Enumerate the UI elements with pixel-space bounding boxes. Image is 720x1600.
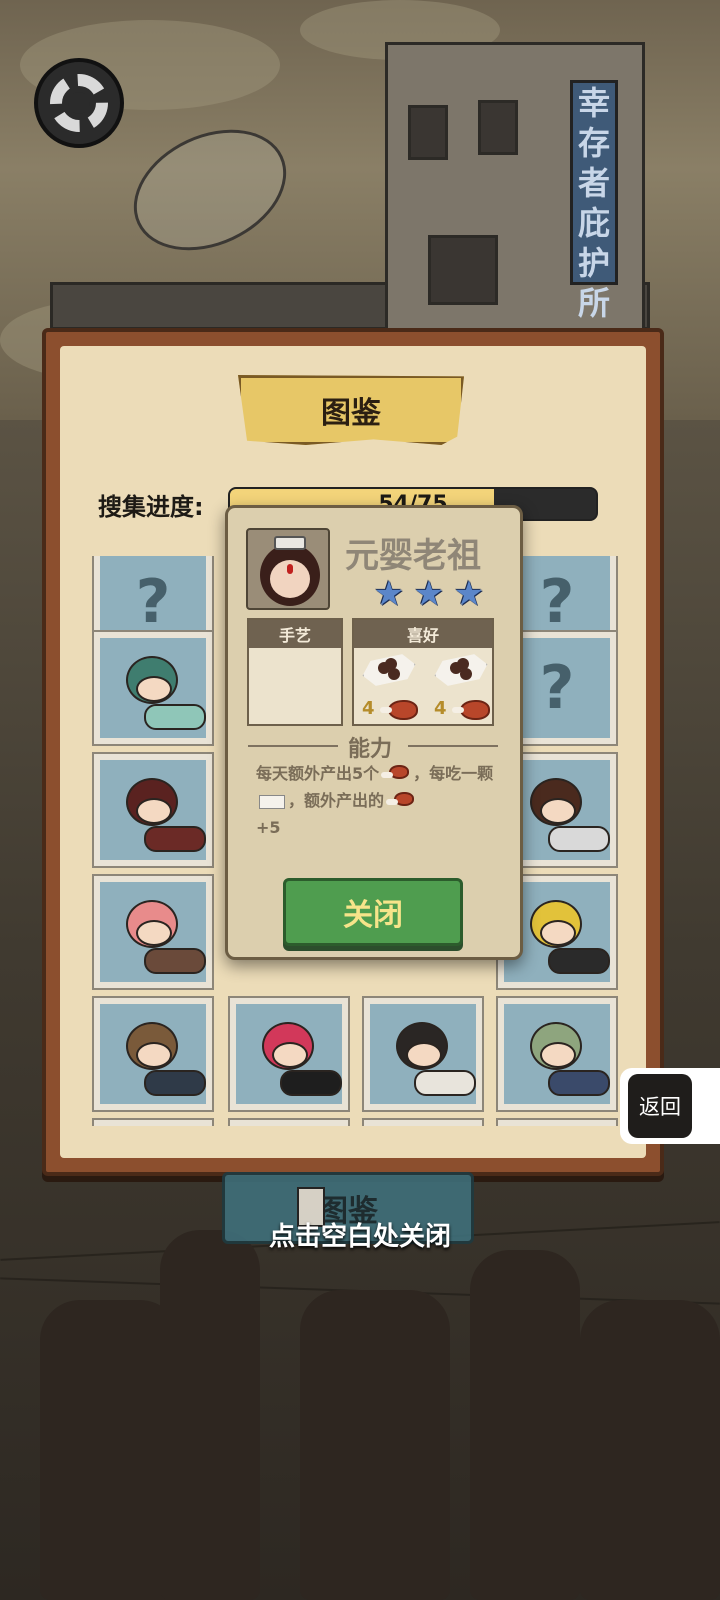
character-card[interactable]	[228, 996, 350, 1112]
preference-header: 喜好	[354, 620, 492, 648]
card-art	[370, 1004, 476, 1104]
character-card[interactable]	[362, 996, 484, 1112]
divider	[248, 745, 338, 747]
ability-text-part: 每天额外产出5个	[256, 764, 380, 783]
meat-icon	[386, 792, 415, 806]
ability-text-part: ，额外产出的	[288, 791, 385, 810]
card-art	[100, 882, 206, 982]
preference-box: 喜好 4 4	[352, 618, 494, 726]
meat-icon	[380, 700, 418, 720]
ability-title: 能力	[348, 737, 393, 762]
character-card[interactable]	[228, 1118, 350, 1126]
ability-text-part: ，每吃一颗	[413, 764, 494, 783]
skill-header: 手艺	[249, 620, 341, 648]
star-icon: ★	[453, 574, 485, 614]
character-card[interactable]	[362, 1118, 484, 1126]
shelter-sign: 幸存者庇护所	[570, 80, 618, 322]
character-card[interactable]	[92, 874, 214, 990]
character-card[interactable]	[496, 996, 618, 1112]
card-art	[100, 760, 206, 860]
ability-text-part: +5	[256, 818, 281, 837]
divider	[408, 745, 498, 747]
character-avatar	[246, 528, 330, 610]
preference-item: 4	[358, 650, 422, 724]
close-button[interactable]: 关闭	[283, 878, 463, 946]
character-card[interactable]	[92, 1118, 214, 1126]
character-card[interactable]	[92, 752, 214, 868]
preference-item: 4	[430, 650, 494, 724]
star-icon: ★	[413, 574, 445, 614]
candy-icon	[259, 794, 285, 809]
settings-button[interactable]	[34, 58, 124, 148]
card-art	[236, 1004, 342, 1104]
character-card[interactable]	[92, 996, 214, 1112]
card-art	[100, 638, 206, 738]
gear-icon	[50, 74, 108, 132]
star-icon: ★	[373, 574, 405, 614]
meat-icon	[381, 765, 410, 779]
meat-icon	[452, 700, 490, 720]
return-label: 返回	[628, 1074, 692, 1138]
unknown-question-mark: ?	[135, 567, 171, 637]
album-title: 图鉴	[238, 375, 464, 445]
unknown-question-mark: ?	[539, 567, 575, 637]
character-card[interactable]	[496, 1118, 618, 1126]
progress-label: 搜集进度:	[98, 493, 204, 521]
card-art	[504, 1004, 610, 1104]
unknown-question-mark: ?	[539, 653, 575, 723]
character-name: 元婴老祖	[345, 536, 481, 576]
tap-blank-to-close[interactable]: 点击空白处关闭	[0, 1216, 720, 1253]
preference-count: 4	[362, 698, 375, 719]
ability-description: 每天额外产出5个 ，每吃一颗 ，额外产出的 +5	[256, 760, 496, 841]
preference-count: 4	[434, 698, 447, 719]
return-button[interactable]: 返回	[620, 1068, 720, 1144]
skill-box: 手艺	[247, 618, 343, 726]
card-art	[100, 1004, 206, 1104]
character-card[interactable]	[92, 630, 214, 746]
